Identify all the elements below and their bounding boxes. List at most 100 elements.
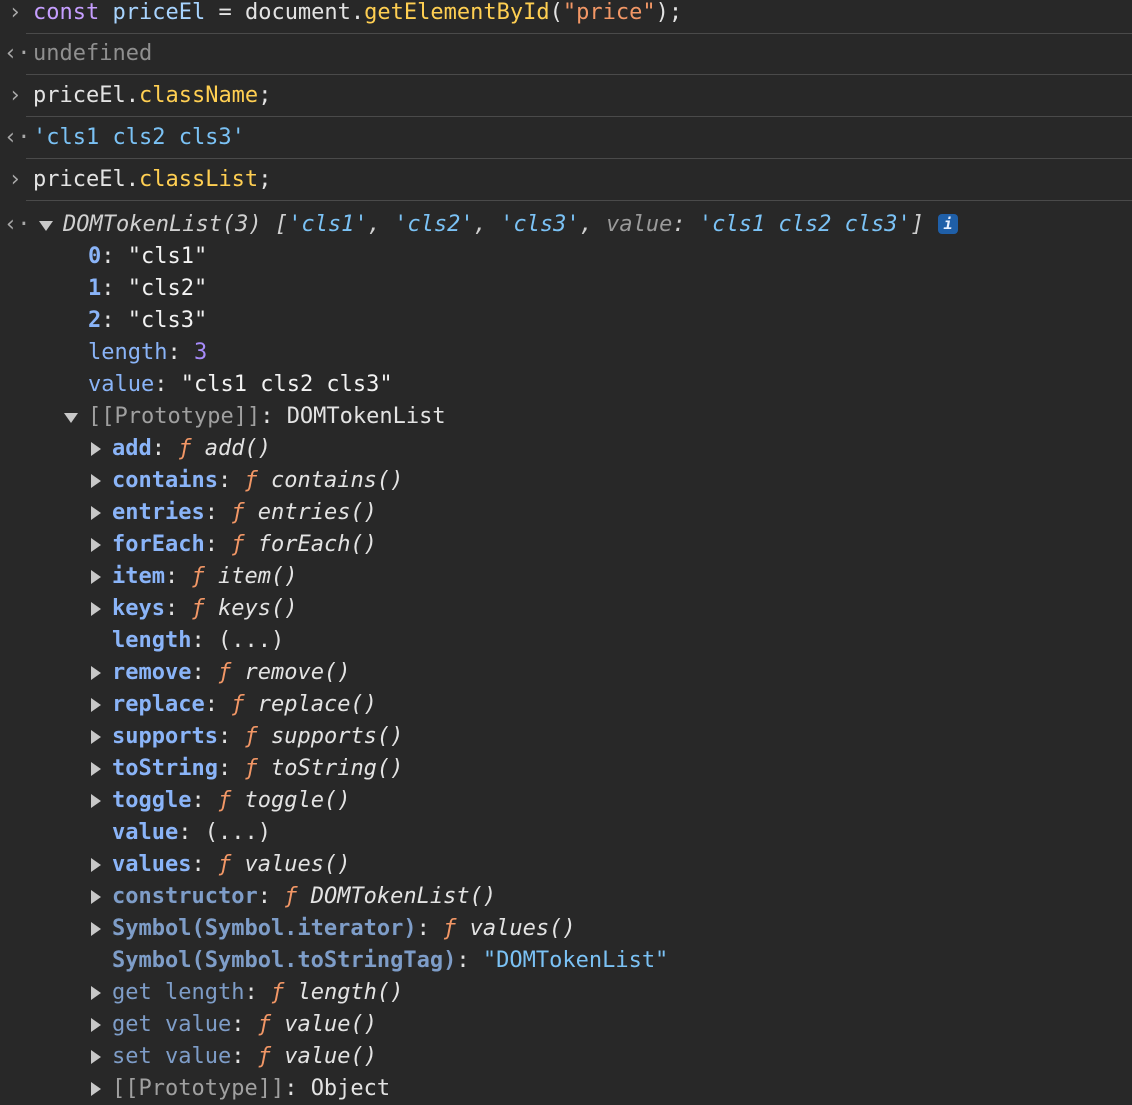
member-key: values [112, 852, 192, 877]
expand-toggle-icon[interactable] [64, 413, 78, 423]
function-icon: ƒ [191, 596, 205, 621]
member-value: add() [204, 436, 271, 461]
member-key: add [112, 436, 152, 461]
expand-toggle-icon[interactable] [39, 221, 53, 231]
member-value: forEach() [257, 532, 377, 557]
entry-divider [26, 74, 1132, 75]
prototype-member-row[interactable]: forEach: ƒ forEach() [0, 529, 1132, 561]
expand-toggle-icon[interactable] [91, 602, 101, 616]
prototype-row[interactable]: [[Prototype]]: DOMTokenList [0, 401, 1132, 433]
function-icon: ƒ [244, 756, 258, 781]
member-key: get value [112, 1012, 232, 1037]
function-icon: ƒ [231, 532, 245, 557]
console-output-row: ‹· undefined [0, 38, 1132, 70]
member-value: DOMTokenList() [310, 884, 497, 909]
prototype-member-row[interactable]: Symbol(Symbol.iterator): ƒ values() [0, 913, 1132, 945]
function-icon: ƒ [257, 1012, 271, 1037]
member-value: value() [284, 1012, 377, 1037]
input-code: priceEl.classList; [33, 167, 272, 192]
prototype-member-row[interactable]: get length: ƒ length() [0, 977, 1132, 1009]
prototype-member-row[interactable]: entries: ƒ entries() [0, 497, 1132, 529]
prototype-member-row[interactable]: contains: ƒ contains() [0, 465, 1132, 497]
expand-toggle-icon[interactable] [91, 442, 101, 456]
prototype-member-row: Symbol(Symbol.toStringTag): "DOMTokenLis… [112, 948, 669, 973]
member-value: remove() [244, 660, 351, 685]
property-row: 0: "cls1" [88, 244, 208, 269]
property-row: length: 3 [88, 340, 208, 365]
member-key: [[Prototype]] [112, 1076, 285, 1101]
prototype-member-row[interactable]: get value: ƒ value() [0, 1009, 1132, 1041]
member-value: item() [217, 564, 298, 589]
entry-divider [26, 158, 1132, 159]
prototype-member-row[interactable]: toggle: ƒ toggle() [0, 785, 1132, 817]
prototype-member-row[interactable]: add: ƒ add() [0, 433, 1132, 465]
input-code: const priceEl = document.getElementById(… [33, 0, 683, 25]
expand-toggle-icon[interactable] [91, 506, 101, 520]
member-key: toString [112, 756, 218, 781]
function-icon: ƒ [244, 468, 258, 493]
member-key: Symbol(Symbol.iterator) [112, 916, 417, 941]
member-key: keys [112, 596, 165, 621]
property-row: 1: "cls2" [88, 276, 208, 301]
prototype-member-row[interactable]: values: ƒ values() [0, 849, 1132, 881]
member-value: contains() [270, 468, 404, 493]
console-output-row[interactable]: ‹· DOMTokenList(3) ['cls1', 'cls2', 'cls… [0, 209, 1132, 241]
expand-toggle-icon[interactable] [91, 698, 101, 712]
prototype-member-row[interactable]: set value: ƒ value() [0, 1041, 1132, 1073]
member-key: value [112, 820, 179, 845]
expand-toggle-icon[interactable] [91, 922, 101, 936]
function-icon: ƒ [178, 436, 192, 461]
prototype-member-row[interactable]: toString: ƒ toString() [0, 753, 1132, 785]
prototype-member-row: value: (...) [112, 820, 271, 845]
member-key: length [112, 628, 192, 653]
expand-toggle-icon[interactable] [91, 570, 101, 584]
member-value: supports() [270, 724, 404, 749]
function-icon: ƒ [217, 660, 232, 685]
expand-toggle-icon[interactable] [91, 1050, 101, 1064]
prototype-member-row[interactable]: replace: ƒ replace() [0, 689, 1132, 721]
member-key: Symbol(Symbol.toStringTag) [112, 948, 457, 973]
member-value: "DOMTokenList" [482, 948, 669, 973]
console-input-row[interactable]: › const priceEl = document.getElementByI… [0, 0, 1132, 29]
prototype-member-row[interactable]: supports: ƒ supports() [0, 721, 1132, 753]
function-icon: ƒ [257, 1044, 271, 1069]
console-input-row[interactable]: › priceEl.classList; [0, 164, 1132, 196]
member-value: entries() [257, 500, 377, 525]
input-prompt-icon: › [8, 167, 22, 192]
prototype-member-row[interactable]: [[Prototype]]: Object [0, 1073, 1132, 1105]
entry-divider [26, 33, 1132, 34]
prototype-member-row[interactable]: constructor: ƒ DOMTokenList() [0, 881, 1132, 913]
output-value: 'cls1 cls2 cls3' [33, 125, 245, 150]
member-key: replace [112, 692, 205, 717]
member-key: remove [112, 660, 192, 685]
output-prompt-icon: ‹· [4, 41, 31, 66]
member-value: value() [284, 1044, 377, 1069]
function-icon: ƒ [284, 884, 298, 909]
expand-toggle-icon[interactable] [91, 1018, 101, 1032]
member-key: forEach [112, 532, 205, 557]
expand-toggle-icon[interactable] [91, 1082, 101, 1096]
expand-toggle-icon[interactable] [91, 986, 101, 1000]
expand-toggle-icon[interactable] [91, 730, 101, 744]
domtokenlist-summary[interactable]: DOMTokenList(3) ['cls1', 'cls2', 'cls3',… [63, 209, 959, 241]
member-key: entries [112, 500, 205, 525]
member-key: set value [112, 1044, 232, 1069]
output-value: undefined [33, 41, 153, 66]
expand-toggle-icon[interactable] [91, 474, 101, 488]
expand-toggle-icon[interactable] [91, 890, 101, 904]
member-value: (...) [217, 628, 285, 653]
info-icon[interactable]: i [938, 214, 959, 234]
expand-toggle-icon[interactable] [91, 666, 101, 680]
function-icon: ƒ [244, 724, 258, 749]
function-icon: ƒ [443, 916, 457, 941]
prototype-member-row[interactable]: item: ƒ item() [0, 561, 1132, 593]
member-value: length() [297, 980, 404, 1005]
prototype-member-row[interactable]: keys: ƒ keys() [0, 593, 1132, 625]
expand-toggle-icon[interactable] [91, 538, 101, 552]
expand-toggle-icon[interactable] [91, 794, 101, 808]
member-key: contains [112, 468, 218, 493]
expand-toggle-icon[interactable] [91, 762, 101, 776]
expand-toggle-icon[interactable] [91, 858, 101, 872]
prototype-member-row[interactable]: remove: ƒ remove() [0, 657, 1132, 689]
console-input-row[interactable]: › priceEl.className; [0, 80, 1132, 112]
